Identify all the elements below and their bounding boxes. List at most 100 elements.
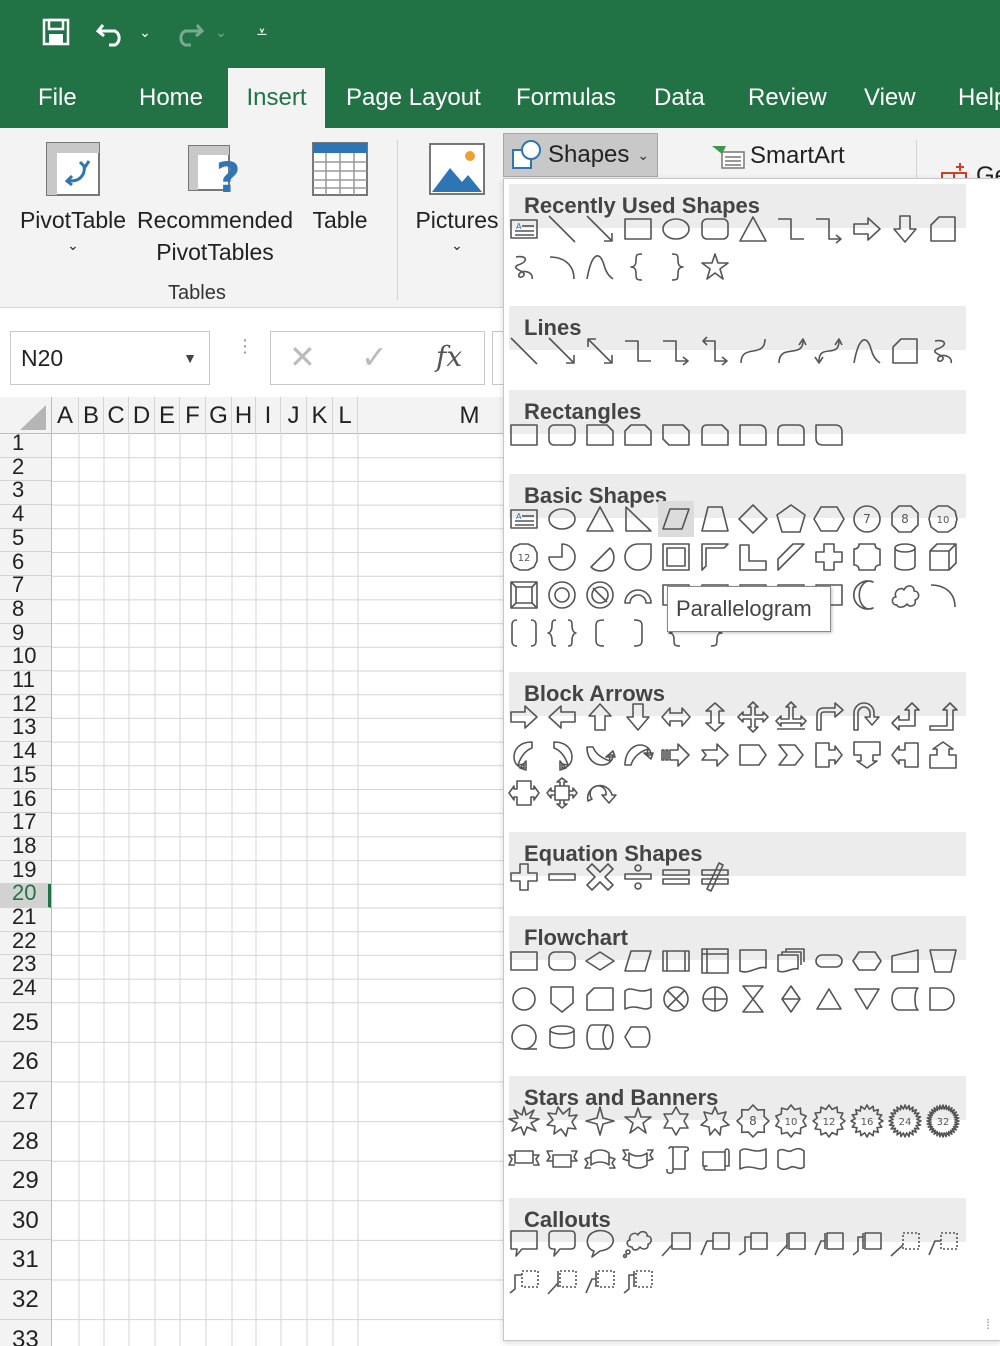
row-header-7[interactable]: 7 (0, 576, 51, 600)
shape-star-7-icon[interactable] (697, 1103, 733, 1139)
row-header-18[interactable]: 18 (0, 837, 51, 861)
row-header-24[interactable]: 24 (0, 979, 51, 1003)
shape-arrowline-icon[interactable] (582, 211, 618, 247)
cancel-icon[interactable]: ✕ (289, 338, 316, 376)
shape-darrow-icon[interactable] (887, 211, 923, 247)
shape-quadcallout-icon[interactable] (544, 775, 580, 811)
row-header-16[interactable]: 16 (0, 790, 51, 814)
shape-larrow-icon[interactable] (544, 699, 580, 735)
shape-tri-icon[interactable] (735, 211, 771, 247)
row-header-29[interactable]: 29 (0, 1161, 51, 1201)
column-header-m[interactable]: M (358, 397, 503, 434)
shape-eqdiv-icon[interactable] (620, 859, 656, 895)
shape-leftcallout-icon[interactable] (887, 737, 923, 773)
shape-chord-icon[interactable] (582, 539, 618, 575)
shape-curveddown-icon[interactable] (620, 737, 656, 773)
shape-scribble-icon[interactable] (506, 249, 542, 285)
row-header-2[interactable]: 2 (0, 458, 51, 482)
shape-scribble-icon[interactable] (925, 333, 961, 369)
shape-chevron-icon[interactable] (773, 737, 809, 773)
shape-curvedribbondown-icon[interactable] (620, 1141, 656, 1177)
shape-ovalcallout-icon[interactable] (582, 1225, 618, 1261)
shape-curvedright-icon[interactable] (506, 737, 542, 773)
shape-oval-icon[interactable] (658, 211, 694, 247)
row-header-8[interactable]: 8 (0, 600, 51, 624)
shape-fcalt-icon[interactable] (544, 943, 580, 979)
shape-rrect-icon[interactable] (697, 211, 733, 247)
shape-snip-2diag-icon[interactable] (658, 417, 694, 453)
shape-pentarrow-icon[interactable] (735, 737, 771, 773)
shape-lrup-icon[interactable] (773, 699, 809, 735)
tab-file[interactable]: File (38, 68, 77, 128)
select-all-corner[interactable] (0, 397, 52, 434)
shape-linecallout-2-icon[interactable] (697, 1225, 733, 1261)
shape-freeform-icon[interactable] (887, 333, 923, 369)
shape-bordercallout-2-icon[interactable] (925, 1225, 961, 1261)
tab-help[interactable]: Help (958, 68, 1000, 128)
shape-line-icon[interactable] (544, 211, 580, 247)
shape-elbow-icon[interactable] (620, 333, 656, 369)
shape-fcprocess-icon[interactable] (506, 943, 542, 979)
shape-eqminus-icon[interactable] (544, 859, 580, 895)
shape-stripedright-icon[interactable] (658, 737, 694, 773)
shape-textbox-icon[interactable]: A (506, 501, 542, 537)
shape-explosion-1-icon[interactable] (506, 1103, 542, 1139)
tab-review[interactable]: Review (748, 68, 827, 128)
tab-data[interactable]: Data (654, 68, 705, 128)
shape-blockarc-icon[interactable] (620, 577, 656, 613)
shape-circarrow-icon[interactable] (582, 775, 618, 811)
row-header-5[interactable]: 5 (0, 529, 51, 553)
shape-eqplus-icon[interactable] (506, 859, 542, 895)
insert-function-icon[interactable]: fx (436, 340, 462, 373)
resize-grip-icon[interactable]: ⁞ (986, 1316, 990, 1332)
shape-arc-icon[interactable] (544, 249, 580, 285)
shape-lshape-icon[interactable] (735, 539, 771, 575)
shape-lbrace-icon[interactable] (620, 249, 656, 285)
shape-cross-icon[interactable] (811, 539, 847, 575)
row-header-31[interactable]: 31 (0, 1240, 51, 1280)
row-header-19[interactable]: 19 (0, 861, 51, 885)
shape-vscroll-icon[interactable] (658, 1141, 694, 1177)
shape-bordercallout-3-icon[interactable] (506, 1263, 542, 1299)
shape-curve-icon[interactable] (849, 333, 885, 369)
shape-lrcallout-icon[interactable] (506, 775, 542, 811)
tab-home[interactable]: Home (139, 68, 203, 128)
column-header-l[interactable]: L (333, 397, 358, 434)
shape-cloud-icon[interactable] (887, 577, 923, 613)
column-header-k[interactable]: K (307, 397, 333, 434)
recommended-pivottables-button[interactable]: ? Recommended PivotTables (133, 140, 297, 268)
table-button[interactable]: Table (303, 140, 377, 236)
row-header-28[interactable]: 28 (0, 1122, 51, 1162)
pivottable-button[interactable]: PivotTable ⌄ (16, 140, 130, 254)
column-header-d[interactable]: D (129, 397, 155, 434)
shape-bentup-icon[interactable] (925, 699, 961, 735)
customize-qat-icon[interactable]: ⩡ (252, 14, 272, 50)
shape-star-5-icon[interactable] (620, 1103, 656, 1139)
shape-rarrow-icon[interactable] (849, 211, 885, 247)
shape-fcoffpage-icon[interactable] (544, 981, 580, 1017)
shape-accentcallout-1-icon[interactable] (773, 1225, 809, 1261)
row-header-22[interactable]: 22 (0, 932, 51, 956)
row-header-27[interactable]: 27 (0, 1082, 51, 1122)
shape-fcsequential-icon[interactable] (506, 1019, 542, 1055)
shape-elbowarrow-icon[interactable] (658, 333, 694, 369)
shape-arrowline-icon[interactable] (544, 333, 580, 369)
column-header-g[interactable]: G (206, 397, 232, 434)
shape-curvedleft-icon[interactable] (544, 737, 580, 773)
shape-quadarrow-icon[interactable] (735, 699, 771, 735)
shape-freeform-icon[interactable] (925, 211, 961, 247)
shape-textbox-icon[interactable]: A (506, 211, 542, 247)
shape-halfframe-icon[interactable] (697, 539, 733, 575)
shape-num-8-icon[interactable]: 8 (887, 501, 923, 537)
shape-fcdocument-icon[interactable] (735, 943, 771, 979)
shape-wave-icon[interactable] (735, 1141, 771, 1177)
shape-lrarrow-icon[interactable] (658, 699, 694, 735)
shape-moon-icon[interactable] (849, 577, 885, 613)
row-header-10[interactable]: 10 (0, 647, 51, 671)
row-header-14[interactable]: 14 (0, 742, 51, 766)
shape-fcprep-icon[interactable] (849, 943, 885, 979)
shape-uturn-icon[interactable] (849, 699, 885, 735)
shape-fcmanualop-icon[interactable] (925, 943, 961, 979)
shape-elbowarrow-icon[interactable] (811, 211, 847, 247)
column-header-b[interactable]: B (79, 397, 104, 434)
